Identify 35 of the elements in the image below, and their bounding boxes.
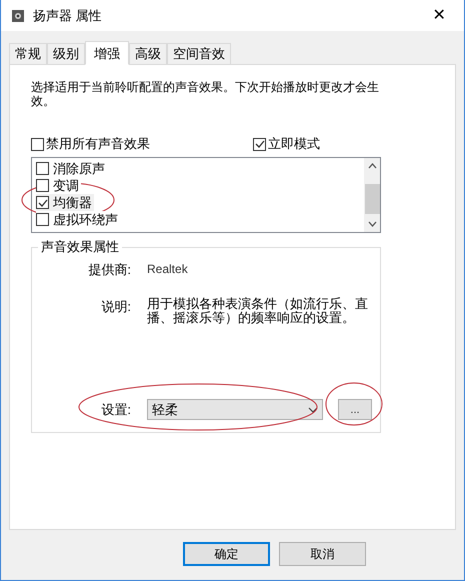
group-title: 声音效果属性 — [38, 239, 122, 255]
close-button[interactable]: ✕ — [424, 0, 454, 30]
checkbox-label: 禁用所有声音效果 — [46, 135, 150, 154]
checkbox[interactable] — [31, 138, 44, 150]
speaker-icon — [11, 8, 25, 22]
checkbox[interactable] — [36, 162, 49, 175]
chevron-down-icon — [308, 406, 318, 412]
checkbox[interactable] — [36, 179, 49, 192]
description-label: 说明: — [100, 298, 132, 316]
setting-dropdown[interactable]: 轻柔 — [147, 399, 323, 420]
list-item[interactable]: 变调 — [36, 177, 81, 194]
checkbox[interactable] — [253, 138, 266, 150]
tab[interactable]: 级别 — [47, 43, 85, 64]
list-item[interactable]: 虚拟环绕声 — [36, 211, 120, 228]
effect-description: 用于模拟各种表演条件（如流行乐、直播、摇滚乐等）的频率响应的设置。 — [147, 296, 369, 324]
tab[interactable]: 空间音效 — [167, 43, 231, 64]
provider-label: 提供商: — [87, 261, 132, 279]
list-item[interactable]: 均衡器 — [36, 194, 94, 211]
annotation-ellipse — [324, 381, 384, 427]
list-item[interactable]: 消除原声 — [36, 160, 107, 177]
description-text: 选择适用于当前聆听配置的声音效果。下次开始播放时更改才会生效。 — [31, 80, 380, 108]
scrollbar-thumb[interactable] — [364, 184, 380, 214]
tab[interactable]: 增强 — [85, 41, 129, 65]
checkbox[interactable] — [36, 196, 49, 209]
tab[interactable]: 常规 — [9, 43, 47, 64]
checkbox[interactable] — [36, 213, 49, 226]
dialog-button[interactable]: 确定 — [183, 542, 270, 566]
dialog-button[interactable]: 取消 — [279, 542, 366, 566]
tab[interactable]: 高级 — [129, 43, 167, 64]
window-title: 扬声器 属性 — [33, 6, 102, 25]
checkbox-label: 立即模式 — [268, 135, 320, 154]
provider-value: Realtek — [147, 261, 188, 278]
scrollbar[interactable] — [364, 158, 380, 232]
setting-label: 设置: — [100, 400, 132, 419]
more-button[interactable]: ... — [338, 399, 372, 420]
